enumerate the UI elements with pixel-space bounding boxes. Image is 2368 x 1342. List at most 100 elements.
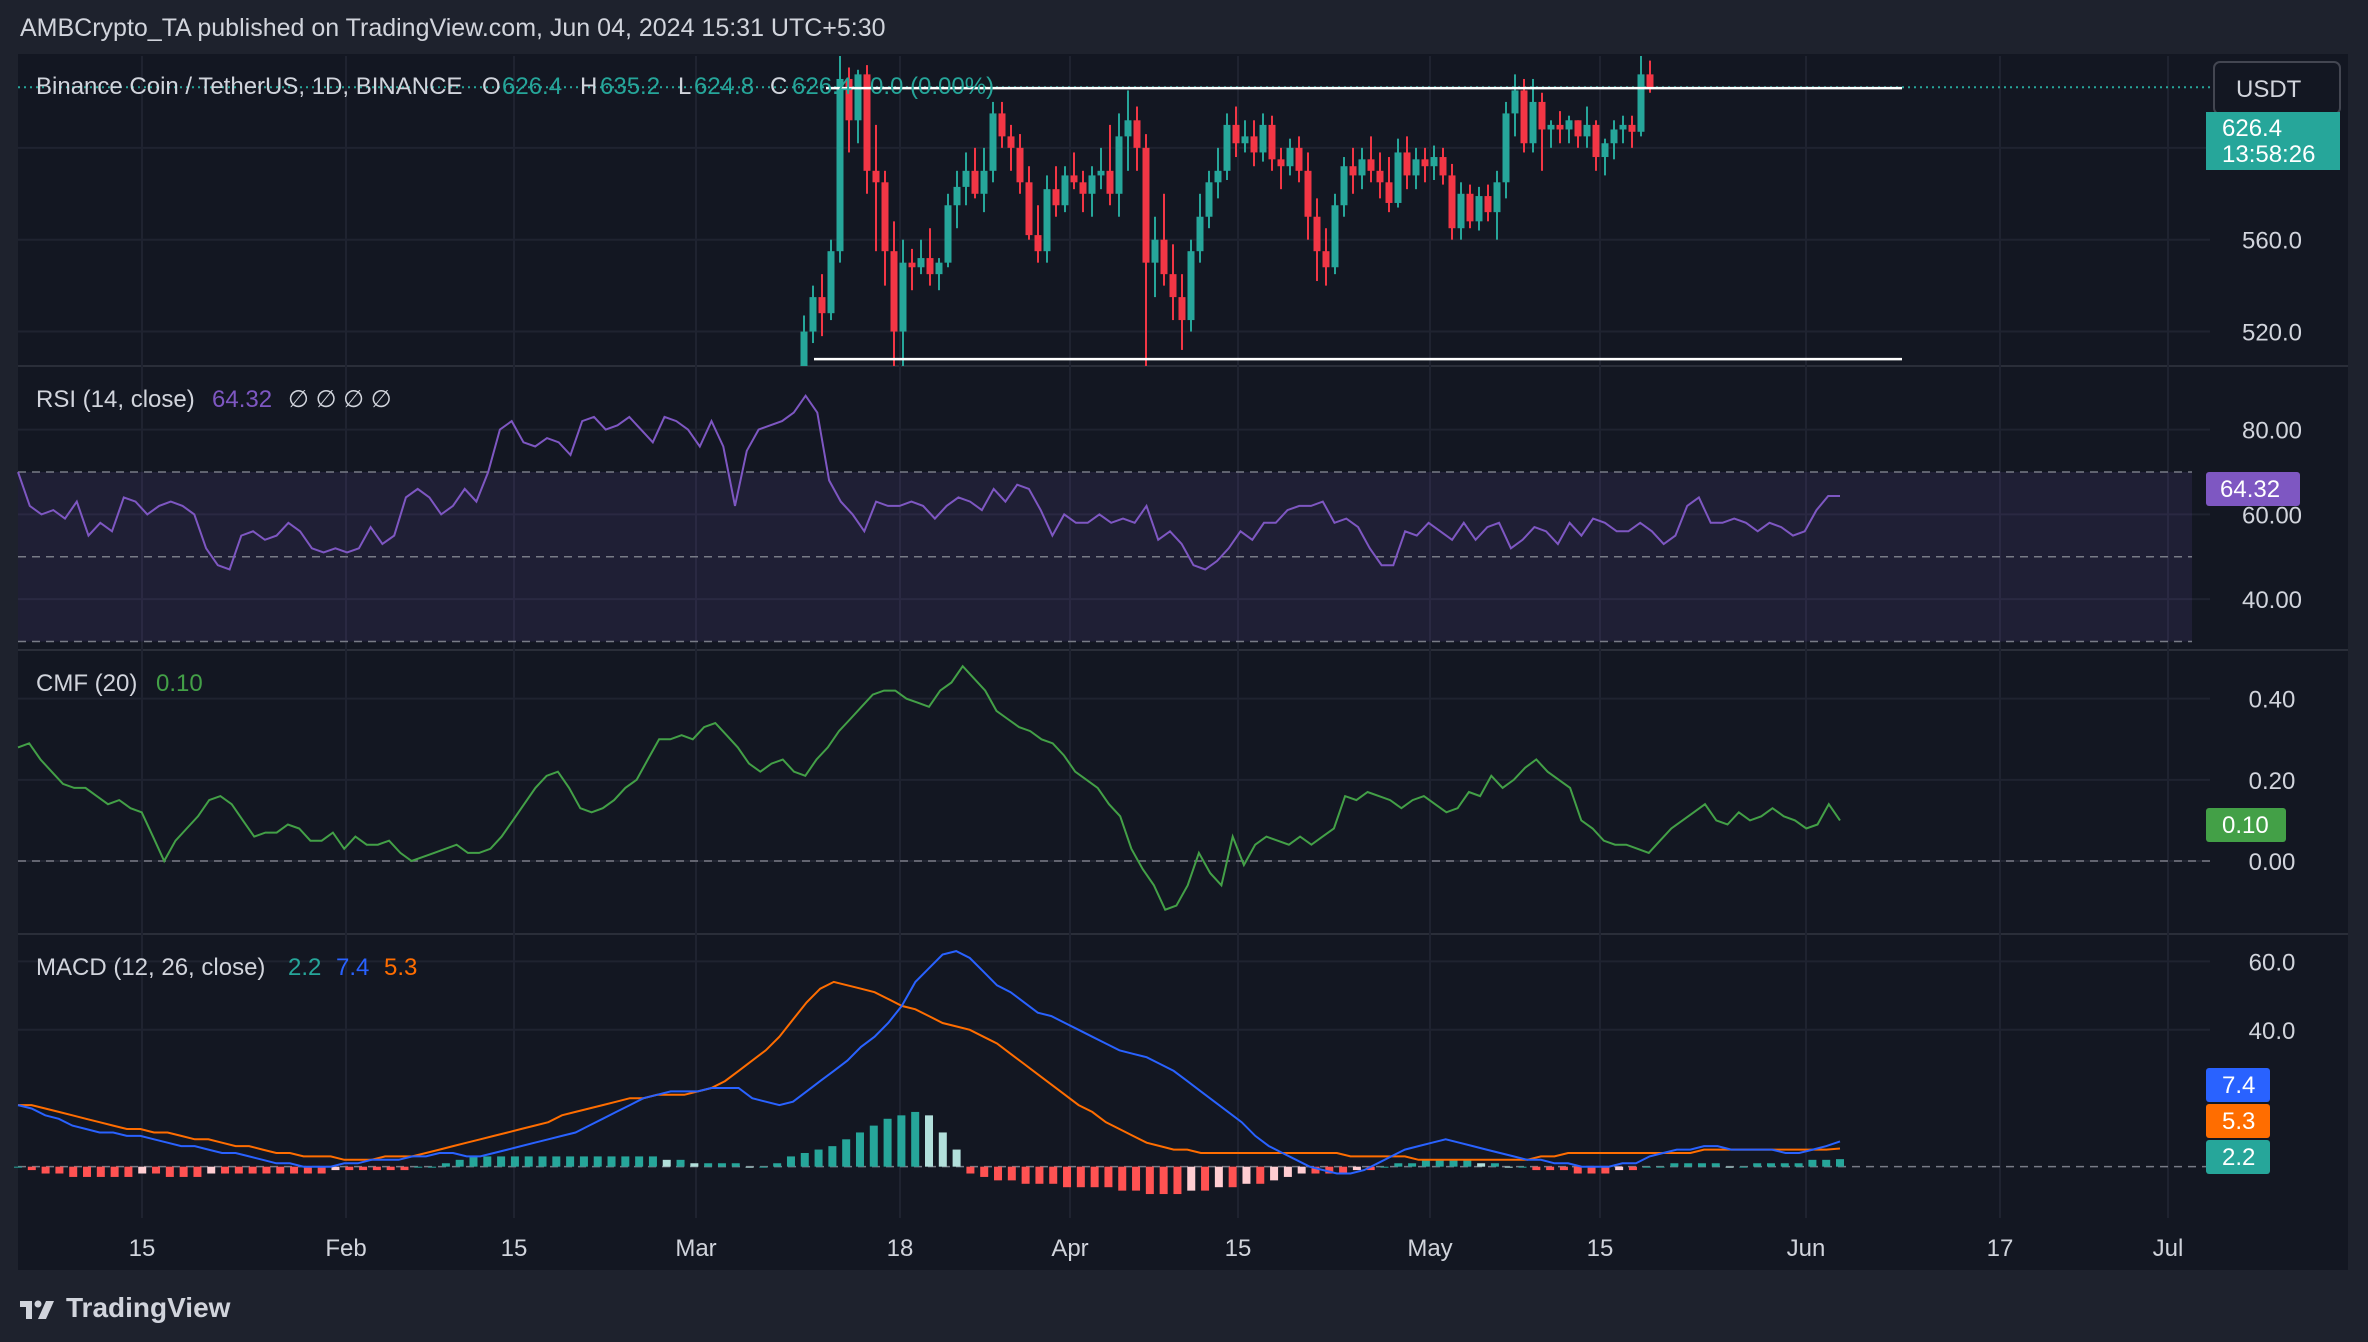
candle-body: [1367, 159, 1375, 171]
macd-histogram-bar: [1421, 1159, 1430, 1167]
macd-histogram-bar: [1435, 1159, 1444, 1167]
candle-body: [1052, 189, 1060, 206]
close-label: C: [770, 73, 787, 100]
candle-body: [1187, 251, 1195, 321]
macd-histogram-bar: [1159, 1166, 1168, 1195]
tradingview-logo[interactable]: TradingView: [20, 1292, 230, 1324]
macd-histogram-bar: [1297, 1166, 1306, 1174]
macd-histogram-bar: [221, 1166, 230, 1174]
macd-histogram-bar: [980, 1166, 989, 1177]
candle-body: [1169, 274, 1177, 298]
macd-histogram-bar: [14, 1166, 22, 1168]
macd-histogram-bar: [55, 1166, 64, 1174]
macd-histogram-bar: [593, 1156, 602, 1167]
macd-histogram-bar: [1794, 1163, 1803, 1167]
macd-histogram-bar: [869, 1125, 878, 1167]
rsi-extra-values: ∅ ∅ ∅ ∅: [288, 386, 392, 413]
macd-histogram-bar: [290, 1166, 299, 1174]
candle-body: [1007, 136, 1015, 148]
candle-body: [971, 170, 979, 194]
macd-histogram-bar: [648, 1156, 657, 1167]
high-label: H: [580, 73, 597, 100]
macd-histogram-bar: [1477, 1163, 1486, 1167]
y-tick-label: 60.00: [2242, 502, 2302, 529]
currency-button-label: USDT: [2236, 76, 2302, 103]
candle-body: [1196, 216, 1204, 252]
candle-body: [1448, 175, 1456, 229]
y-tick-label: 60.0: [2249, 949, 2296, 976]
y-tick-label: 0.40: [2249, 687, 2296, 714]
macd-badge-text: 7.4: [2222, 1072, 2255, 1099]
macd-histogram-bar: [1532, 1166, 1541, 1171]
macd-histogram-bar: [1615, 1166, 1624, 1171]
candle-body: [1376, 170, 1384, 183]
candle-body: [1088, 175, 1096, 194]
macd-histogram-bar: [359, 1166, 368, 1171]
candle-body: [1493, 182, 1501, 213]
macd-histogram-bar: [1270, 1166, 1279, 1181]
candle-body: [1205, 182, 1213, 217]
candle-body: [1412, 159, 1420, 176]
symbol-title: Binance Coin / TetherUS, 1D, BINANCE: [36, 73, 462, 100]
y-tick-label: 40.0: [2249, 1018, 2296, 1045]
candle-body: [1268, 124, 1276, 160]
macd-histogram-bar: [179, 1166, 188, 1177]
macd-histogram-bar: [1684, 1163, 1693, 1167]
macd-histogram-bar: [1104, 1166, 1113, 1188]
candle-body: [1610, 129, 1618, 144]
candle-body: [1358, 159, 1366, 176]
macd-histogram-bar: [717, 1163, 726, 1167]
candle-body: [1286, 147, 1294, 167]
macd-histogram-bar: [1504, 1166, 1513, 1168]
macd-histogram-bar: [1836, 1159, 1844, 1167]
macd-histogram-bar: [883, 1118, 892, 1167]
macd-histogram-bar: [690, 1163, 699, 1167]
candle-body: [1133, 120, 1141, 148]
macd-histogram-bar: [262, 1166, 271, 1174]
macd-histogram-bar: [552, 1156, 561, 1167]
tradingview-logo-icon: [20, 1300, 54, 1319]
signal-badge-text: 5.3: [2222, 1108, 2255, 1135]
macd-histogram-bar: [855, 1132, 864, 1167]
candle-body: [1394, 152, 1402, 203]
macd-histogram-bar: [731, 1163, 740, 1167]
macd-histogram-bar: [566, 1156, 575, 1167]
candle-body: [809, 297, 817, 332]
macd-histogram-bar: [1339, 1166, 1348, 1174]
macd-histogram-bar: [510, 1156, 519, 1167]
candle-body: [854, 74, 862, 121]
macd-histogram-bar: [1587, 1166, 1596, 1174]
macd-histogram-bar: [165, 1166, 174, 1177]
macd-histogram-bar: [1408, 1163, 1417, 1167]
candle-body: [944, 205, 952, 263]
macd-histogram-bar: [938, 1132, 947, 1167]
candle-body: [1250, 136, 1258, 153]
macd-histogram-bar: [621, 1156, 630, 1167]
candle-body: [1151, 239, 1159, 263]
open-label: O: [482, 73, 501, 100]
x-tick-label: 17: [1987, 1235, 2014, 1262]
candle-body: [1430, 157, 1438, 167]
macd-histogram-bar: [441, 1163, 450, 1167]
macd-histogram-bar: [372, 1166, 381, 1171]
macd-histogram-bar: [1380, 1166, 1389, 1168]
candle-body: [1421, 159, 1429, 167]
macd-histogram-bar: [1449, 1159, 1458, 1167]
macd-histogram-bar: [1132, 1166, 1141, 1191]
chart-canvas[interactable]: 15 Feb 15 Mar 18 Apr 15 May 15 Jun 17 Jul 520.0 560.0…: [0, 0, 2368, 1342]
candle-body: [926, 258, 934, 275]
macd-histogram-bar: [911, 1111, 920, 1167]
macd-histogram-bar: [1670, 1163, 1679, 1167]
macd-histogram-bar: [497, 1156, 506, 1167]
macd-histogram-bar: [276, 1166, 285, 1174]
macd-histogram-bar: [1697, 1163, 1706, 1167]
candle-body: [1511, 90, 1519, 114]
macd-histogram-bar: [897, 1115, 906, 1167]
macd-histogram-bar: [579, 1156, 588, 1167]
macd-histogram-bar: [124, 1166, 133, 1177]
candle-body: [1385, 182, 1393, 203]
macd-histogram-bar: [952, 1149, 961, 1167]
candle-body: [890, 251, 898, 332]
candle-body: [836, 78, 844, 252]
macd-histogram-bar: [966, 1166, 975, 1174]
